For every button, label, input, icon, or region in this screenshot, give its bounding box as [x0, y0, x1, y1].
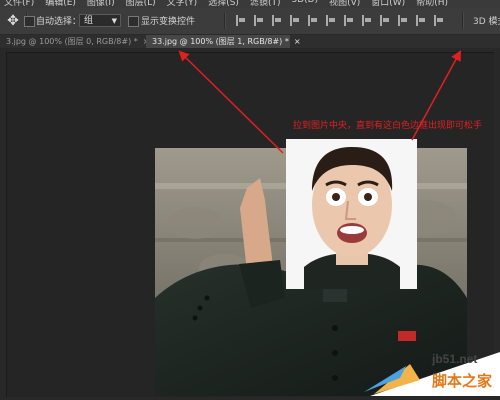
document-tab-bar: 3.jpg @ 100% (图层 0, RGB/8#) *× 33.jpg @ …	[0, 35, 500, 48]
chevron-down-icon: ▼	[111, 17, 117, 25]
menu-item[interactable]: 图层(L)	[126, 0, 156, 8]
align-icon[interactable]	[344, 15, 354, 26]
separator	[462, 13, 464, 29]
tab-label: 3.jpg @ 100% (图层 0, RGB/8#) *	[6, 37, 138, 46]
watermark-url: jb51.net	[432, 352, 478, 366]
menu-item[interactable]: 选择(S)	[208, 0, 239, 8]
auto-select-checkbox[interactable]	[24, 16, 35, 27]
options-bar: ✥ 自动选择： 组 ▼ 显示变换控件 3D 模式：	[0, 8, 500, 35]
menu-item[interactable]: 帮助(H)	[416, 0, 448, 8]
menu-bar: 文件(F) 编辑(E) 图像(I) 图层(L) 文字(Y) 选择(S) 滤镜(T) 3D(D)…	[0, 0, 500, 8]
align-icon[interactable]	[308, 15, 318, 26]
show-transform-checkbox[interactable]	[128, 16, 139, 27]
close-icon[interactable]: ×	[294, 37, 301, 46]
annotation-text: 拉到图片中央，直到有这白色边框出现即可松手	[293, 121, 483, 131]
tab-3-jpg[interactable]: 3.jpg @ 100% (图层 0, RGB/8#) *×	[0, 35, 149, 48]
align-buttons	[236, 15, 444, 26]
align-icon[interactable]	[434, 15, 444, 26]
tab-33-jpg[interactable]: 33.jpg @ 100% (图层 1, RGB/8#) * ×	[146, 35, 301, 48]
mode-3d-label: 3D 模式：	[473, 17, 500, 27]
align-icon[interactable]	[416, 15, 426, 26]
align-icon[interactable]	[272, 15, 282, 26]
auto-select-value: 组	[84, 16, 94, 26]
menu-item[interactable]: 窗口(W)	[371, 0, 405, 8]
align-icon[interactable]	[236, 15, 246, 26]
auto-select-dropdown[interactable]: 组 ▼	[79, 14, 121, 27]
align-icon[interactable]	[380, 15, 390, 26]
tab-label: 33.jpg @ 100% (图层 1, RGB/8#) *	[152, 37, 289, 46]
watermark-name: 脚本之家	[432, 372, 493, 390]
align-icon[interactable]	[326, 15, 336, 26]
align-icon[interactable]	[290, 15, 300, 26]
menu-item[interactable]: 3D(D)	[291, 0, 318, 8]
menu-items: 文件(F) 编辑(E) 图像(I) 图层(L) 文字(Y) 选择(S) 滤镜(T) 3D(D)…	[4, 0, 448, 8]
menu-item[interactable]: 文字(Y)	[167, 0, 198, 8]
align-icon[interactable]	[254, 15, 264, 26]
menu-item[interactable]: 图像(I)	[87, 0, 115, 8]
face-layer[interactable]	[286, 139, 417, 289]
show-transform-label: 显示变换控件	[141, 17, 196, 27]
align-icon[interactable]	[398, 15, 408, 26]
menu-item[interactable]: 视图(V)	[329, 0, 360, 8]
auto-select-label: 自动选择：	[36, 17, 82, 27]
separator	[224, 13, 226, 29]
menu-item[interactable]: 文件(F)	[4, 0, 34, 8]
move-tool-icon[interactable]: ✥	[4, 12, 22, 30]
menu-item[interactable]: 滤镜(T)	[250, 0, 281, 8]
menu-item[interactable]: 编辑(E)	[45, 0, 76, 8]
align-icon[interactable]	[362, 15, 372, 26]
